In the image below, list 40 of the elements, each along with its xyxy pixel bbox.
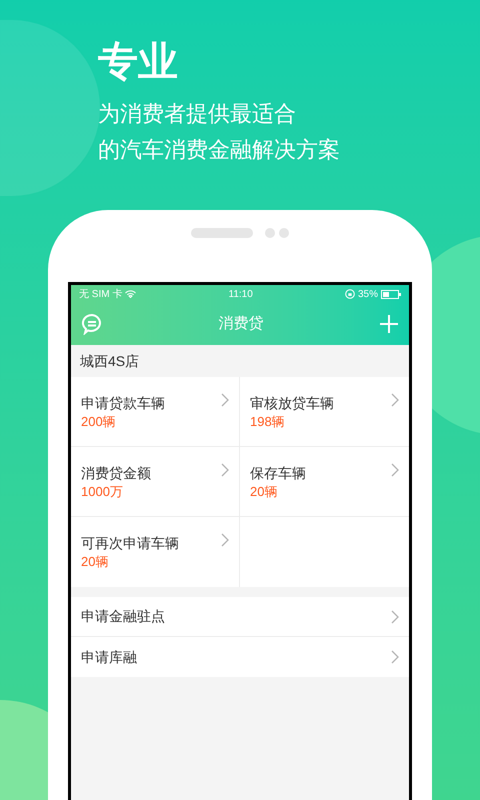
status-time: 11:10 [228, 288, 253, 302]
stat-tile[interactable]: 可再次申请车辆 20辆 [71, 517, 240, 587]
section-title: 城西4S店 [80, 352, 140, 370]
stat-tile[interactable]: 消费贷金额 1000万 [71, 447, 240, 517]
chevron-icon [221, 533, 229, 547]
chevron-icon [391, 650, 399, 664]
menu-label: 申请金融驻点 [81, 607, 165, 626]
chevron-icon [221, 393, 229, 407]
stat-tile[interactable]: 审核放贷车辆 198辆 [240, 377, 409, 447]
battery-icon [381, 290, 401, 298]
chevron-icon [221, 463, 229, 477]
stat-tile[interactable]: 保存车辆 20辆 [240, 447, 409, 517]
chevron-icon [391, 610, 399, 624]
stat-label: 可再次申请车辆 [81, 534, 179, 553]
speaker-grille [191, 228, 253, 238]
subtitle-line: 为消费者提供最适合 [98, 100, 297, 128]
stat-value: 20辆 [81, 553, 110, 571]
menu-item[interactable]: 申请金融驻点 [71, 597, 409, 637]
headline: 专业 [98, 39, 179, 86]
carrier-text: 无 SIM 卡 [79, 288, 122, 302]
add-icon[interactable] [379, 314, 399, 334]
stat-label: 申请贷款车辆 [81, 394, 165, 413]
nav-title: 消费贷 [218, 314, 264, 334]
stat-value: 198辆 [250, 413, 286, 431]
subtitle-line: 的汽车消费金融解决方案 [98, 136, 341, 164]
stat-label: 保存车辆 [250, 464, 306, 483]
message-icon[interactable] [81, 313, 103, 335]
stat-value: 1000万 [81, 483, 124, 501]
battery-percent: 35% [358, 288, 378, 302]
wifi-icon [125, 290, 136, 298]
stat-label: 消费贷金额 [81, 464, 151, 483]
stat-tile[interactable]: 申请贷款车辆 200辆 [71, 377, 240, 447]
menu-item[interactable]: 申请库融 [71, 637, 409, 677]
chevron-icon [391, 393, 399, 407]
stat-value: 200辆 [81, 413, 117, 431]
stat-label: 审核放贷车辆 [250, 394, 334, 413]
rotation-lock-icon [344, 289, 355, 299]
chevron-icon [391, 463, 399, 477]
menu-label: 申请库融 [81, 648, 137, 666]
stat-value: 20辆 [250, 483, 278, 501]
